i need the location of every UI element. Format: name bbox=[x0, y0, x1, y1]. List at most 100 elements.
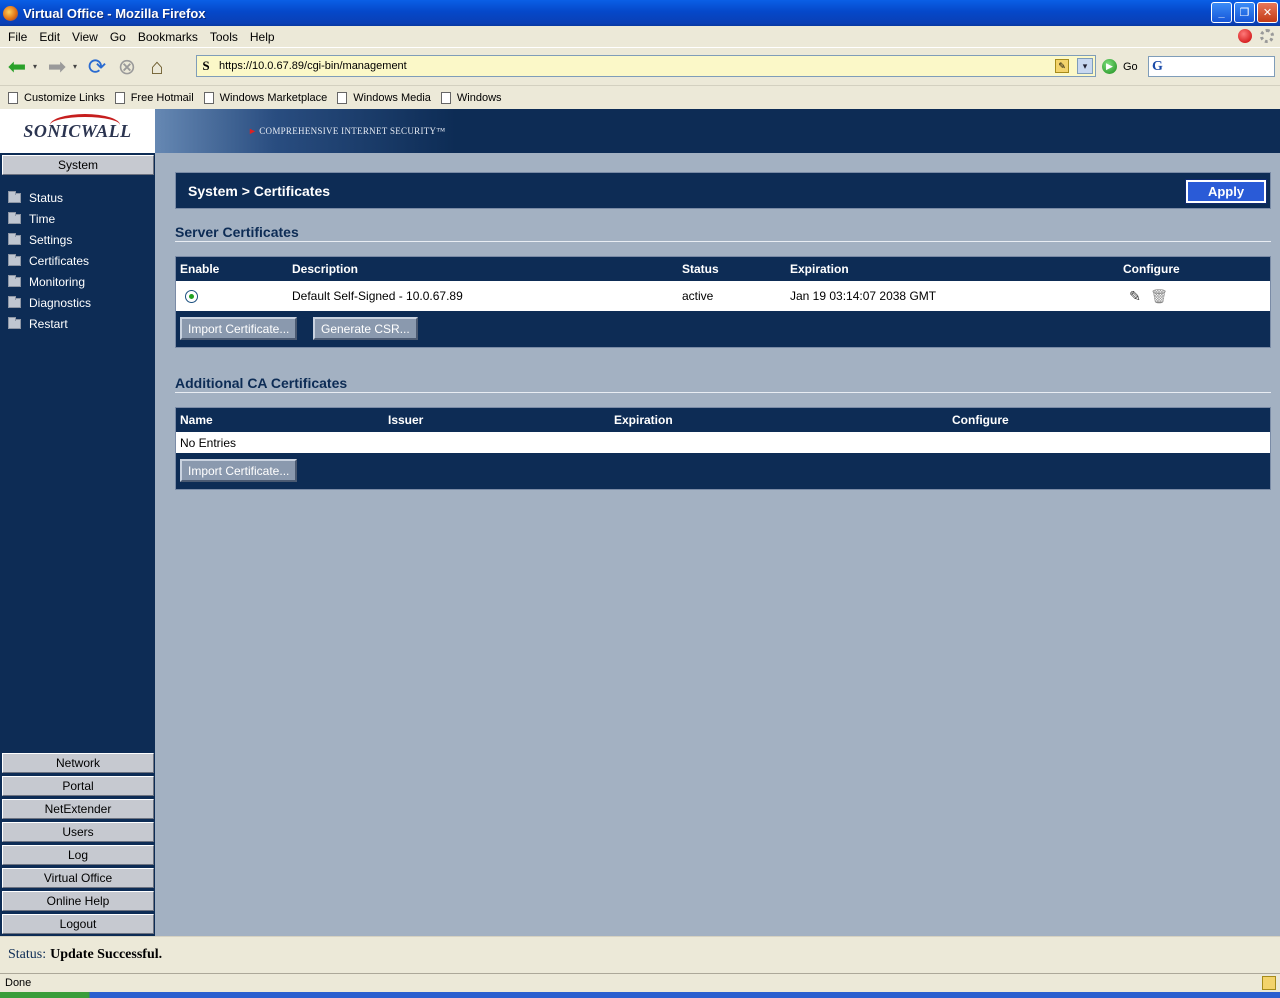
sidebar-item-status[interactable]: Status bbox=[8, 191, 63, 205]
stop-icon[interactable]: ⊗ bbox=[114, 54, 140, 80]
sidebar-item-label: Status bbox=[29, 191, 64, 205]
sidebar-virtual-office-button[interactable]: Virtual Office bbox=[2, 868, 154, 888]
sidebar-item-monitoring[interactable]: Monitoring bbox=[8, 275, 85, 289]
search-input[interactable]: G bbox=[1148, 56, 1275, 77]
sidebar: System Status Time Settings Certificates… bbox=[0, 153, 155, 973]
taskbar-strip bbox=[0, 992, 1280, 998]
sidebar-item-certificates[interactable]: Certificates bbox=[8, 254, 89, 268]
bookmark-label: Windows Media bbox=[353, 91, 431, 104]
menu-bookmarks[interactable]: Bookmarks bbox=[132, 30, 204, 44]
open-folder-icon bbox=[8, 254, 21, 266]
sidebar-netextender-button[interactable]: NetExtender bbox=[2, 799, 154, 819]
go-button-label[interactable]: Go bbox=[1123, 61, 1138, 73]
bookmark-label: Free Hotmail bbox=[130, 91, 194, 104]
window-title-bar: Virtual Office - Mozilla Firefox _ ❐ ✕ bbox=[0, 0, 1280, 26]
site-identity-icon: S bbox=[202, 58, 210, 73]
maximize-button[interactable]: ❐ bbox=[1234, 2, 1255, 23]
back-dropdown-icon[interactable]: ▾ bbox=[30, 54, 40, 80]
ca-certificates-table: Name Issuer Expiration Configure No Entr… bbox=[175, 407, 1271, 490]
column-name: Name bbox=[180, 413, 213, 427]
forward-dropdown-icon[interactable]: ▾ bbox=[70, 54, 80, 80]
sidebar-item-label: Diagnostics bbox=[29, 296, 92, 310]
address-bar[interactable]: S https://10.0.67.89/cgi-bin/management … bbox=[196, 55, 1096, 77]
sidebar-log-button[interactable]: Log bbox=[2, 845, 154, 865]
edit-icon[interactable]: ✎ bbox=[1126, 287, 1144, 305]
folder-icon bbox=[8, 233, 21, 245]
sidebar-system-button[interactable]: System bbox=[2, 155, 154, 175]
sidebar-network-button[interactable]: Network bbox=[2, 753, 154, 773]
sidebar-online-help-button[interactable]: Online Help bbox=[2, 891, 154, 911]
table-actions: Import Certificate... Generate CSR... bbox=[176, 311, 1270, 347]
reload-icon[interactable]: ⟳ bbox=[84, 54, 110, 80]
table-row: No Entries bbox=[176, 432, 1270, 453]
ca-certificates-title: Additional CA Certificates bbox=[175, 375, 348, 391]
sidebar-item-time[interactable]: Time bbox=[8, 212, 55, 226]
certificate-expiration: Jan 19 03:14:07 2038 GMT bbox=[790, 289, 937, 303]
menu-edit[interactable]: Edit bbox=[33, 30, 66, 44]
enable-radio[interactable] bbox=[185, 290, 198, 303]
sidebar-item-restart[interactable]: Restart bbox=[8, 317, 68, 331]
section-divider bbox=[175, 392, 1271, 393]
sidebar-users-button[interactable]: Users bbox=[2, 822, 154, 842]
edit-icon[interactable]: ✎ bbox=[1055, 59, 1069, 73]
bookmark-windows-marketplace[interactable]: Windows Marketplace bbox=[203, 91, 327, 104]
column-issuer: Issuer bbox=[388, 413, 424, 427]
column-description: Description bbox=[292, 262, 359, 276]
server-certificates-title: Server Certificates bbox=[175, 224, 299, 240]
header-banner: SONICWALL ► COMPREHENSIVE INTERNET SECURI… bbox=[0, 109, 1280, 153]
bookmark-windows-media[interactable]: Windows Media bbox=[337, 91, 431, 104]
page-icon bbox=[203, 91, 214, 104]
bookmark-customize-links[interactable]: Customize Links bbox=[8, 91, 105, 104]
address-dropdown-icon[interactable]: ▾ bbox=[1077, 58, 1093, 74]
back-arrow-icon[interactable]: ⬅ bbox=[4, 54, 30, 80]
menu-help[interactable]: Help bbox=[244, 30, 281, 44]
menu-bar: File Edit View Go Bookmarks Tools Help bbox=[0, 26, 1280, 47]
no-entries-text: No Entries bbox=[180, 436, 237, 450]
forward-arrow-icon[interactable]: ➡ bbox=[44, 54, 70, 80]
address-url[interactable]: https://10.0.67.89/cgi-bin/management bbox=[219, 60, 407, 72]
menu-view[interactable]: View bbox=[66, 30, 104, 44]
import-ca-certificate-button[interactable]: Import Certificate... bbox=[180, 459, 298, 482]
import-certificate-button[interactable]: Import Certificate... bbox=[180, 317, 298, 340]
sidebar-portal-button[interactable]: Portal bbox=[2, 776, 154, 796]
folder-icon bbox=[8, 317, 21, 329]
security-lock-icon[interactable] bbox=[1262, 976, 1276, 990]
menu-file[interactable]: File bbox=[2, 30, 33, 44]
folder-icon bbox=[8, 191, 21, 203]
browser-status-bar: Done bbox=[0, 973, 1280, 992]
bookmark-label: Customize Links bbox=[24, 91, 105, 104]
column-expiration: Expiration bbox=[790, 262, 849, 276]
folder-icon bbox=[8, 296, 21, 308]
window-title: Virtual Office - Mozilla Firefox bbox=[23, 5, 206, 21]
table-header: Name Issuer Expiration Configure bbox=[176, 408, 1270, 432]
bookmark-windows[interactable]: Windows bbox=[440, 91, 502, 104]
apply-button[interactable]: Apply bbox=[1185, 179, 1267, 204]
bookmarks-toolbar: Customize Links Free Hotmail Windows Mar… bbox=[0, 85, 1280, 109]
tagline-text: COMPREHENSIVE INTERNET SECURITY™ bbox=[259, 126, 446, 136]
google-search-icon[interactable]: G bbox=[1152, 59, 1163, 75]
section-divider bbox=[175, 241, 1271, 242]
menu-go[interactable]: Go bbox=[104, 30, 132, 44]
banner-tagline: ► COMPREHENSIVE INTERNET SECURITY™ bbox=[248, 126, 445, 136]
minimize-button[interactable]: _ bbox=[1211, 2, 1232, 23]
bookmark-free-hotmail[interactable]: Free Hotmail bbox=[114, 91, 194, 104]
stop-download-icon[interactable] bbox=[1238, 29, 1252, 43]
bookmark-label: Windows bbox=[456, 91, 502, 104]
column-configure: Configure bbox=[952, 413, 1009, 427]
table-header: Enable Description Status Expiration Con… bbox=[176, 257, 1270, 281]
sidebar-item-diagnostics[interactable]: Diagnostics bbox=[8, 296, 91, 310]
status-message: Update Successful. bbox=[50, 947, 163, 962]
sidebar-logout-button[interactable]: Logout bbox=[2, 914, 154, 934]
delete-icon[interactable]: 🗑 bbox=[1150, 287, 1168, 305]
page-heading-bar: System > Certificates Apply bbox=[175, 172, 1271, 209]
home-icon[interactable]: ⌂ bbox=[144, 54, 170, 80]
page-icon bbox=[8, 91, 18, 104]
go-icon[interactable]: ▶ bbox=[1102, 59, 1117, 74]
status-label: Status: bbox=[8, 947, 47, 962]
sidebar-item-settings[interactable]: Settings bbox=[8, 233, 72, 247]
close-button[interactable]: ✕ bbox=[1257, 2, 1278, 23]
menu-tools[interactable]: Tools bbox=[204, 30, 244, 44]
generate-csr-button[interactable]: Generate CSR... bbox=[313, 317, 418, 340]
column-enable: Enable bbox=[180, 262, 220, 276]
sidebar-item-label: Restart bbox=[29, 317, 68, 331]
